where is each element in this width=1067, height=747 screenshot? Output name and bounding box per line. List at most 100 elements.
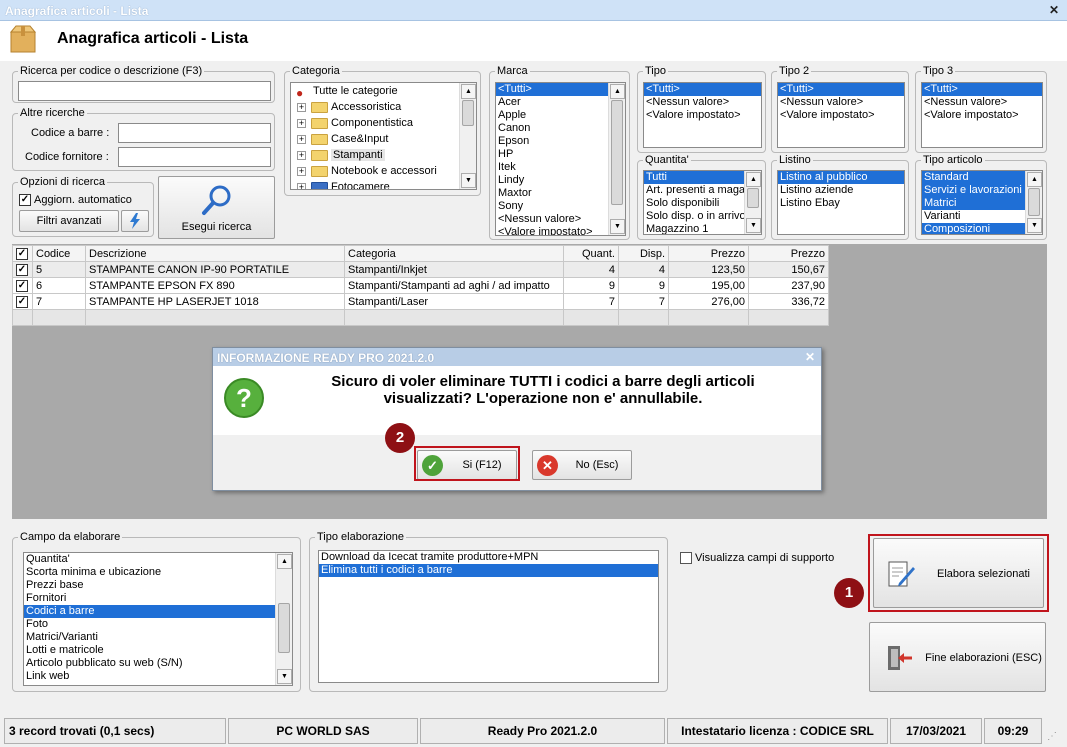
- list-item[interactable]: Foto: [24, 618, 292, 631]
- list-item[interactable]: Link web: [24, 670, 292, 683]
- expand-icon[interactable]: +: [297, 151, 306, 160]
- list-item[interactable]: <Tutti>: [496, 83, 625, 96]
- row-checkbox[interactable]: ✓: [16, 296, 28, 308]
- row-checkbox-cell[interactable]: ✓: [12, 261, 33, 278]
- column-header[interactable]: Prezzo: [668, 245, 749, 262]
- search-code-input[interactable]: [18, 81, 271, 101]
- article-type-scrollbar[interactable]: ▲ ▼: [1025, 171, 1042, 234]
- price-list[interactable]: Listino al pubblico Listino aziende List…: [777, 170, 905, 235]
- brand-list[interactable]: <Tutti> Acer Apple Canon Epson HP Itek L…: [495, 82, 626, 236]
- table-new-row[interactable]: [12, 309, 829, 326]
- scroll-down-icon[interactable]: ▼: [277, 669, 292, 684]
- list-item[interactable]: Matrici: [922, 197, 1025, 210]
- scroll-up-icon[interactable]: ▲: [461, 84, 476, 99]
- scroll-thumb[interactable]: [1028, 188, 1040, 216]
- list-item[interactable]: Maxtor: [496, 187, 625, 200]
- scroll-up-icon[interactable]: ▲: [1027, 172, 1042, 187]
- column-header[interactable]: Descrizione: [85, 245, 345, 262]
- dialog-close-icon[interactable]: ✕: [805, 350, 815, 364]
- scroll-down-icon[interactable]: ▼: [746, 218, 761, 233]
- list-item[interactable]: Varianti: [922, 210, 1025, 223]
- list-item[interactable]: Lindy: [496, 174, 625, 187]
- scroll-thumb[interactable]: [462, 100, 474, 126]
- row-checkbox[interactable]: ✓: [16, 280, 28, 292]
- column-header[interactable]: Quant.: [563, 245, 619, 262]
- list-item-selected[interactable]: Elimina tutti i codici a barre: [319, 564, 658, 577]
- tree-node[interactable]: + Fotocamere: [291, 179, 476, 189]
- row-checkbox[interactable]: ✓: [16, 264, 28, 276]
- scroll-down-icon[interactable]: ▼: [610, 219, 625, 234]
- no-button[interactable]: ✕ No (Esc): [532, 450, 632, 480]
- end-processing-button[interactable]: Fine elaborazioni (ESC): [869, 622, 1046, 692]
- list-item[interactable]: <Tutti>: [778, 83, 904, 96]
- scroll-up-icon[interactable]: ▲: [277, 554, 292, 569]
- list-item[interactable]: <Tutti>: [644, 83, 761, 96]
- list-item[interactable]: Quantita': [24, 553, 292, 566]
- list-item[interactable]: Tutti: [644, 171, 744, 184]
- list-item[interactable]: Solo disp. o in arrivo: [644, 210, 744, 223]
- list-item[interactable]: <Valore impostato>: [644, 109, 761, 122]
- list-item[interactable]: <Valore impostato>: [778, 109, 904, 122]
- field-list[interactable]: Quantita' Scorta minima e ubicazione Pre…: [23, 552, 293, 686]
- tree-node[interactable]: ● Tutte le categorie: [291, 83, 476, 100]
- row-checkbox-cell[interactable]: ✓: [12, 293, 33, 310]
- supplier-code-input[interactable]: [118, 147, 271, 167]
- scroll-up-icon[interactable]: ▲: [746, 172, 761, 187]
- expand-icon[interactable]: +: [297, 103, 306, 112]
- lightning-button[interactable]: [121, 210, 149, 232]
- list-item[interactable]: HP: [496, 148, 625, 161]
- list-item[interactable]: Apple: [496, 109, 625, 122]
- list-item[interactable]: Lotti e matricole: [24, 644, 292, 657]
- list-item[interactable]: Listino Ebay: [778, 197, 904, 210]
- processing-type-list[interactable]: Download da Icecat tramite produttore+MP…: [318, 550, 659, 683]
- expand-icon[interactable]: +: [297, 183, 306, 189]
- list-item[interactable]: Solo disponibili: [644, 197, 744, 210]
- list-item-selected[interactable]: Codici a barre: [24, 605, 275, 618]
- support-fields-checkbox[interactable]: [680, 552, 692, 564]
- field-scrollbar[interactable]: ▲ ▼: [275, 553, 292, 685]
- scroll-thumb[interactable]: [747, 188, 759, 208]
- list-item[interactable]: <Valore impostato>: [496, 226, 625, 235]
- list-item[interactable]: Epson: [496, 135, 625, 148]
- select-all-checkbox[interactable]: ✓: [16, 248, 28, 260]
- scroll-thumb[interactable]: [278, 603, 290, 653]
- scroll-thumb[interactable]: [611, 100, 623, 205]
- list-item[interactable]: <Tutti>: [922, 83, 1042, 96]
- list-item[interactable]: Magazzino 1: [644, 223, 744, 234]
- list-item[interactable]: Listino al pubblico: [778, 171, 904, 184]
- resize-grip-icon[interactable]: ⋰: [1047, 732, 1059, 744]
- list-item[interactable]: Articolo pubblicato su web (S/N): [24, 657, 292, 670]
- type2-list[interactable]: <Tutti> <Nessun valore> <Valore impostat…: [777, 82, 905, 148]
- list-item[interactable]: Canon: [496, 122, 625, 135]
- tree-node[interactable]: + Notebook e accessori: [291, 163, 476, 179]
- row-checkbox-cell[interactable]: ✓: [12, 277, 33, 294]
- column-header[interactable]: Prezzo: [748, 245, 829, 262]
- list-item[interactable]: Art. presenti a magazzino: [644, 184, 744, 197]
- list-item[interactable]: <Nessun valore>: [778, 96, 904, 109]
- quantity-scrollbar[interactable]: ▲ ▼: [744, 171, 761, 234]
- list-item[interactable]: Composizioni: [922, 223, 1025, 234]
- article-type-list[interactable]: Standard Servizi e lavorazioni Matrici V…: [921, 170, 1043, 235]
- close-icon[interactable]: ✕: [1047, 3, 1061, 17]
- table-row[interactable]: ✓ 5 STAMPANTE CANON IP-90 PORTATILE Stam…: [12, 261, 829, 278]
- list-item[interactable]: Standard: [922, 171, 1025, 184]
- column-header[interactable]: Codice: [32, 245, 86, 262]
- brand-scrollbar[interactable]: ▲ ▼: [608, 83, 625, 235]
- quantity-list[interactable]: Tutti Art. presenti a magazzino Solo dis…: [643, 170, 762, 235]
- type-list[interactable]: <Tutti> <Nessun valore> <Valore impostat…: [643, 82, 762, 148]
- list-item[interactable]: Acer: [496, 96, 625, 109]
- list-item[interactable]: Listino aziende: [778, 184, 904, 197]
- expand-icon[interactable]: +: [297, 167, 306, 176]
- auto-update-checkbox[interactable]: ✓: [19, 194, 31, 206]
- category-tree[interactable]: ● Tutte le categorie + Accessoristica + Com…: [290, 82, 477, 190]
- tree-node[interactable]: + Componentistica: [291, 115, 476, 131]
- list-item[interactable]: Servizi e lavorazioni: [922, 184, 1025, 197]
- scroll-down-icon[interactable]: ▼: [1027, 218, 1042, 233]
- list-item[interactable]: Scorta minima e ubicazione: [24, 566, 292, 579]
- list-item[interactable]: Fornitori: [24, 592, 292, 605]
- table-row[interactable]: ✓ 6 STAMPANTE EPSON FX 890 Stampanti/Sta…: [12, 277, 829, 294]
- category-scrollbar[interactable]: ▲ ▼: [459, 83, 476, 189]
- expand-icon[interactable]: +: [297, 135, 306, 144]
- type3-list[interactable]: <Tutti> <Nessun valore> <Valore impostat…: [921, 82, 1043, 148]
- tree-node[interactable]: + Accessoristica: [291, 99, 476, 115]
